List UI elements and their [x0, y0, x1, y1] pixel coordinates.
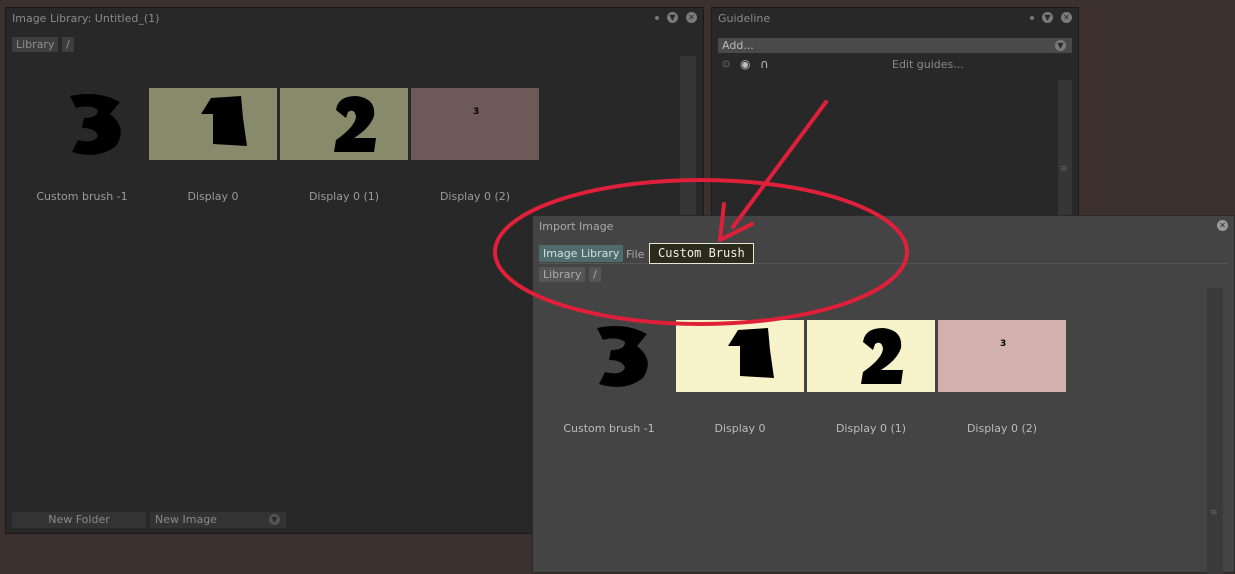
library-item-label: Display 0 (2) — [439, 190, 511, 203]
pin-icon[interactable] — [655, 15, 659, 20]
import-item-label: Display 0 (2) — [966, 422, 1038, 435]
display-glyph-1 — [201, 96, 247, 146]
display-glyph-2 — [334, 96, 376, 152]
guideline-title: Guideline — [718, 12, 771, 25]
import-item-label: Display 0 (1) — [835, 422, 907, 435]
display-glyph-2 — [861, 328, 903, 384]
breadcrumb-library[interactable]: Library — [539, 267, 586, 282]
import-item-label: Custom brush -1 — [563, 422, 655, 435]
menu-dropdown-icon[interactable]: ▼ — [667, 12, 678, 23]
new-image-label: New Image — [155, 513, 217, 526]
library-item-display-0-2[interactable]: 3 — [411, 88, 539, 160]
import-item-display-0-1[interactable] — [807, 320, 935, 392]
image-library-title: Image Library: Untitled_(1) — [12, 12, 160, 25]
import-scrollbar[interactable]: ≡ — [1207, 288, 1223, 574]
import-item-label: Display 0 — [714, 422, 766, 435]
guideline-panel: Guideline ▼ ✕ Add... ▼ ⊙ ◉ ∩ Edit guides… — [711, 7, 1079, 222]
scroll-grip-icon: ≡ — [1060, 164, 1068, 174]
library-item-label: Custom brush -1 — [36, 190, 128, 203]
library-scrollbar[interactable] — [680, 56, 696, 216]
close-icon[interactable]: ✕ — [1217, 220, 1228, 231]
svg-text:3: 3 — [1000, 339, 1006, 349]
breadcrumb-root[interactable]: / — [62, 37, 74, 52]
library-item-label: Display 0 — [187, 190, 239, 203]
display-glyph-1 — [728, 328, 774, 378]
import-item-custom-brush[interactable] — [545, 320, 673, 392]
library-item-display-0[interactable] — [149, 88, 277, 160]
tab-divider — [539, 263, 1228, 264]
new-image-dropdown[interactable]: New Image ▼ — [150, 512, 286, 528]
breadcrumb-root[interactable]: / — [589, 267, 601, 282]
add-guide-dropdown[interactable]: Add... ▼ — [718, 38, 1072, 53]
import-image-title: Import Image — [539, 220, 614, 233]
image-library-titlebar[interactable]: Image Library: Untitled_(1) ▼ ✕ — [6, 8, 703, 28]
brush-glyph-3 — [70, 94, 121, 155]
pin-icon[interactable] — [1030, 15, 1034, 20]
close-icon[interactable]: ✕ — [686, 12, 697, 23]
brush-glyph-3 — [597, 326, 648, 387]
eye-icon[interactable]: ◉ — [740, 57, 750, 71]
chevron-down-icon: ▼ — [1055, 40, 1066, 51]
tab-image-library[interactable]: Image Library — [539, 245, 624, 262]
tab-file[interactable]: File — [626, 248, 644, 261]
edit-guides-label[interactable]: Edit guides... — [892, 58, 964, 71]
menu-dropdown-icon[interactable]: ▼ — [1042, 12, 1053, 23]
guideline-scrollbar[interactable]: ≡ — [1058, 80, 1072, 216]
display-glyph-small-3: 3 — [1000, 339, 1006, 349]
custom-brush-tooltip: Custom Brush — [649, 243, 754, 264]
display-glyph-small-3: 3 — [473, 107, 479, 117]
guide-toolbar: ⊙ ◉ ∩ Edit guides... — [718, 57, 1072, 73]
import-item-display-0[interactable] — [676, 320, 804, 392]
import-item-display-0-2[interactable]: 3 — [938, 320, 1066, 392]
library-item-custom-brush[interactable] — [18, 88, 146, 160]
library-item-label: Display 0 (1) — [308, 190, 380, 203]
library-item-display-0-1[interactable] — [280, 88, 408, 160]
close-icon[interactable]: ✕ — [1061, 12, 1072, 23]
add-guide-placeholder: Add... — [722, 39, 754, 52]
scroll-grip-icon: ≡ — [1210, 508, 1218, 518]
chevron-down-icon: ▼ — [269, 514, 280, 525]
import-image-panel: Import Image ✕ Image Library File Custom… — [532, 215, 1235, 574]
import-image-titlebar[interactable]: Import Image ✕ — [533, 216, 1234, 236]
new-folder-button[interactable]: New Folder — [12, 512, 146, 528]
svg-text:3: 3 — [473, 107, 479, 117]
guideline-titlebar[interactable]: Guideline ▼ ✕ — [712, 8, 1078, 28]
settings-dot-icon[interactable]: ⊙ — [722, 59, 730, 70]
breadcrumb-library[interactable]: Library — [12, 37, 59, 52]
magnet-icon[interactable]: ∩ — [760, 57, 769, 71]
